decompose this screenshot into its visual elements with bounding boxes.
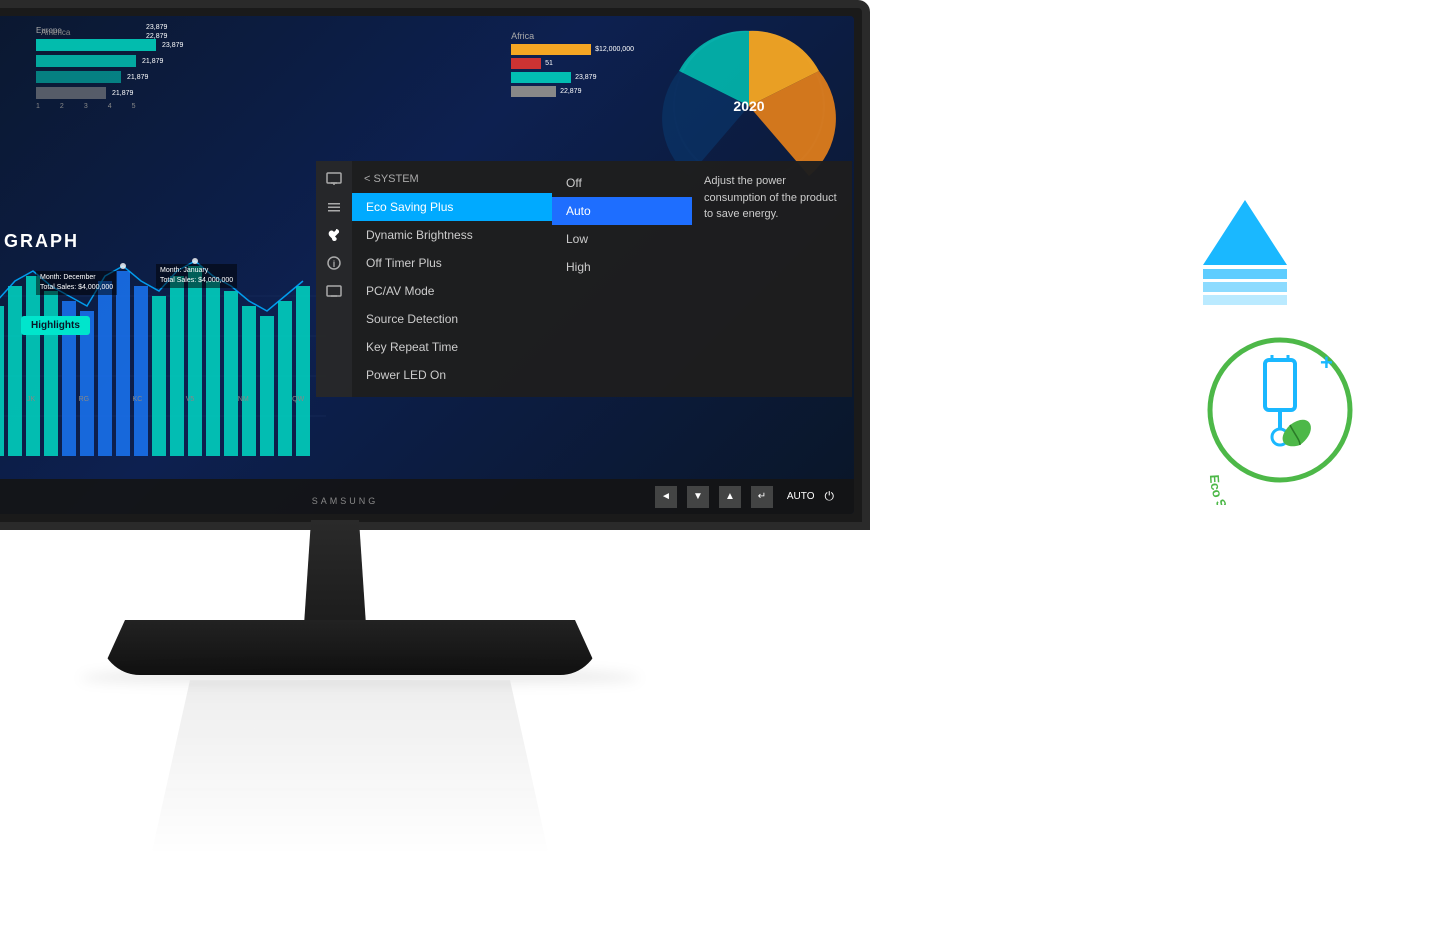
menu-item-key-repeat[interactable]: Key Repeat Time <box>352 333 552 361</box>
america-label: America <box>41 28 70 37</box>
monitor-stand-base <box>100 620 600 675</box>
nav-btn-down[interactable]: ▼ <box>687 486 709 508</box>
svg-text:+: + <box>1320 350 1333 375</box>
bar-row: 21,879 <box>36 55 316 67</box>
auto-label: AUTO <box>787 491 815 502</box>
menu-item-pcav-mode[interactable]: PC/AV Mode <box>352 277 552 305</box>
svg-text:2020: 2020 <box>733 98 764 114</box>
arrow-bars <box>1203 269 1287 305</box>
sub-item-low[interactable]: Low <box>552 225 692 253</box>
bar-row: 21,879 <box>36 87 316 99</box>
monitor-screen: 2014 America + Europe REVENUE GRAPH <box>0 16 854 514</box>
osd-menu: i < SYSTEM Eco Saving Pl <box>316 161 852 397</box>
nav-btn-up[interactable]: ▲ <box>719 486 741 508</box>
menu-item-eco-saving[interactable]: Eco Saving Plus <box>352 193 552 221</box>
menu-item-source-detection[interactable]: Source Detection <box>352 305 552 333</box>
month-label-2: Month: December Total Sales: $4,000,000 <box>36 271 117 295</box>
bottom-nav-bar: ◄ ▼ ▲ ↵ AUTO ⏻ <box>0 479 854 514</box>
bar-row: 21,879 <box>36 71 316 83</box>
bar-row: 23,879 <box>36 39 316 51</box>
dashboard-background: 2014 America + Europe REVENUE GRAPH <box>0 16 854 514</box>
menu-icon-wrench[interactable] <box>324 225 344 245</box>
power-icon[interactable]: ⏻ <box>825 489 835 504</box>
description-panel: Adjust the power consumption of the prod… <box>692 161 852 397</box>
arrow-bar-2 <box>1203 282 1287 292</box>
stand-floor-reflection <box>150 680 550 860</box>
sub-item-auto[interactable]: Auto <box>552 197 692 225</box>
menu-item-power-led[interactable]: Power LED On <box>352 361 552 389</box>
africa-charts: Africa $12,000,000 51 <box>511 31 634 97</box>
x-axis: 1 2 3 4 5 <box>36 103 316 110</box>
menu-header: < SYSTEM <box>352 169 552 193</box>
samsung-logo: SAMSUNG <box>312 496 379 506</box>
nav-btn-left[interactable]: ◄ <box>655 486 677 508</box>
menu-icons-sidebar: i <box>316 161 352 397</box>
energy-arrow-up <box>1200 200 1290 300</box>
top-bar-chart: Europe 23,879 21,879 21,879 <box>36 26 316 156</box>
monitor-bezel: 2014 America + Europe REVENUE GRAPH <box>0 0 870 530</box>
svg-text:Eco Saving Plus: Eco Saving Plus <box>1207 474 1274 505</box>
menu-item-off-timer[interactable]: Off Timer Plus <box>352 249 552 277</box>
africa-label: Africa <box>511 31 634 41</box>
arrow-bar-3 <box>1203 295 1287 305</box>
arrow-triangle <box>1203 200 1287 265</box>
right-decoration: + Eco Saving Plus <box>1200 200 1360 490</box>
america-bars: 23,879 22,879 <box>146 24 167 42</box>
europe-label: Europe <box>36 26 316 35</box>
nav-btn-enter[interactable]: ↵ <box>751 486 773 508</box>
month-label-3: Month: January Total Sales: $4,000,000 <box>156 264 237 288</box>
menu-icon-info[interactable]: i <box>324 253 344 273</box>
main-menu-panel: < SYSTEM Eco Saving Plus Dynamic Brightn… <box>352 161 552 397</box>
chart-numbers: DF FP GH JK RG KC V5 NM QW <box>0 396 326 403</box>
sub-item-high[interactable]: High <box>552 253 692 281</box>
sub-item-off[interactable]: Off <box>552 169 692 197</box>
menu-icon-tv[interactable] <box>324 281 344 301</box>
highlights-badge: Highlights <box>21 316 90 335</box>
arrow-bar-1 <box>1203 269 1287 279</box>
sub-menu-panel: Off Auto Low High <box>552 161 692 397</box>
menu-item-dynamic-brightness[interactable]: Dynamic Brightness <box>352 221 552 249</box>
monitor-container: 2014 America + Europe REVENUE GRAPH <box>0 0 1000 870</box>
eco-text-svg: Eco Saving Plus <box>1200 425 1360 505</box>
revenue-title: REVENUE GRAPH <box>0 231 79 252</box>
menu-icon-display[interactable] <box>324 169 344 189</box>
svg-text:i: i <box>333 259 336 269</box>
eco-saving-plus-logo: + Eco Saving Plus <box>1200 330 1360 490</box>
menu-icon-settings[interactable] <box>324 197 344 217</box>
description-text: Adjust the power consumption of the prod… <box>704 175 837 220</box>
